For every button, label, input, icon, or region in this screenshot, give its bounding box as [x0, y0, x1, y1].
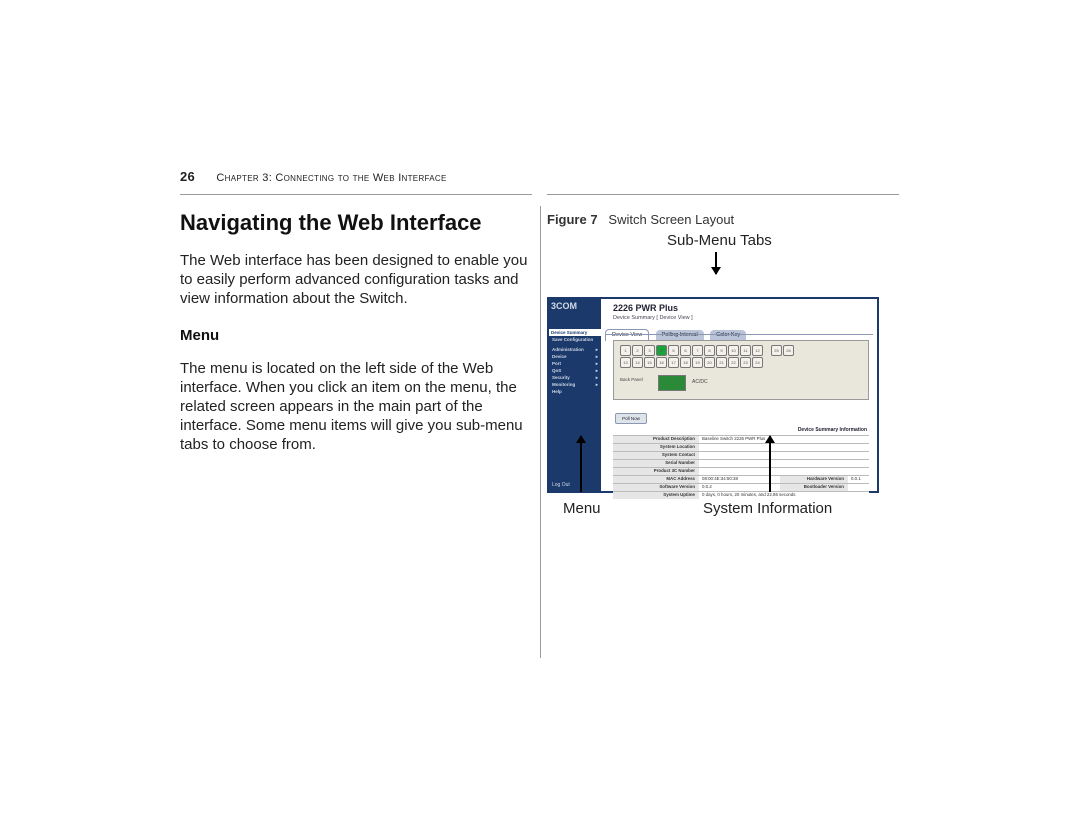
callout-menu: Menu — [563, 500, 601, 517]
acdc-label: AC/DC — [692, 379, 708, 385]
callout-system-info: System Information — [703, 500, 832, 517]
sidebar-item[interactable]: Device Summary — [549, 329, 601, 336]
port-icon[interactable]: 1 — [620, 345, 631, 356]
port-icon[interactable]: 15 — [644, 357, 655, 368]
table-row: Product DescriptionBaseline Switch 2226 … — [613, 435, 869, 443]
port-icon[interactable]: 3 — [644, 345, 655, 356]
screenshot-sidebar: 3COM Device Summary Save Configuration A… — [549, 299, 601, 491]
sub-menu-tabs: Device View Polling Interval Color Key — [605, 323, 873, 334]
port-icon[interactable]: 23 — [740, 357, 751, 368]
port-icon[interactable]: 4 — [656, 345, 667, 356]
sidebar-item[interactable]: Administration▸ — [552, 346, 598, 353]
arrow-menu — [580, 436, 582, 492]
port-icon[interactable]: 6 — [680, 345, 691, 356]
menu-heading: Menu — [180, 327, 532, 344]
figure-title: Switch Screen Layout — [608, 212, 734, 227]
arrow-system-info — [769, 436, 771, 492]
table-row: System Location — [613, 443, 869, 451]
switch-screenshot: 3COM Device Summary Save Configuration A… — [547, 297, 879, 493]
port-icon[interactable]: 7 — [692, 345, 703, 356]
port-icon[interactable]: 13 — [620, 357, 631, 368]
section-heading: Navigating the Web Interface — [180, 210, 532, 236]
table-row: Serial Number — [613, 459, 869, 467]
port-icon[interactable]: 8 — [704, 345, 715, 356]
running-head: 26 Chapter 3: Connecting to the Web Inte… — [180, 172, 447, 184]
back-panel-label: Back Panel — [620, 377, 643, 382]
sidebar-item[interactable]: Security▸ — [552, 374, 598, 381]
ports-row-2: 131415161718192021222324 — [620, 357, 763, 368]
table-row: Software Version0.0.2Bootloader Version — [613, 483, 869, 491]
table-row: MAC Address08:00:4E:34:50:38Hardware Ver… — [613, 475, 869, 483]
arrow-sub-menu-tabs — [715, 252, 717, 274]
logout-link[interactable]: Log Out — [552, 482, 570, 488]
sidebar-item[interactable]: Help — [552, 388, 598, 395]
port-icon[interactable]: 22 — [728, 357, 739, 368]
page-number: 26 — [180, 169, 195, 184]
sidebar-item[interactable]: Monitoring▸ — [552, 381, 598, 388]
sidebar-item[interactable]: Port▸ — [552, 360, 598, 367]
port-icon[interactable]: 21 — [716, 357, 727, 368]
port-icon[interactable]: 11 — [740, 345, 751, 356]
figure-caption: Figure 7 Switch Screen Layout — [547, 212, 899, 227]
port-icon[interactable]: 5 — [668, 345, 679, 356]
port-icon[interactable]: 14 — [632, 357, 643, 368]
figure-label: Figure 7 — [547, 212, 598, 227]
chapter-title: Chapter 3: Connecting to the Web Interfa… — [216, 172, 446, 184]
port-icon[interactable]: 9 — [716, 345, 727, 356]
device-summary-table: Product DescriptionBaseline Switch 2226 … — [613, 435, 869, 483]
device-model: 2226 PWR Plus — [613, 303, 678, 313]
breadcrumb: Device Summary [ Device View ] — [613, 315, 693, 321]
left-column: Navigating the Web Interface The Web int… — [180, 206, 532, 470]
menu-paragraph: The menu is located on the left side of … — [180, 359, 532, 455]
callout-sub-menu-tabs: Sub-Menu Tabs — [667, 232, 772, 249]
port-icon[interactable]: 18 — [680, 357, 691, 368]
ports-row-1: 123456789101112 2526 — [620, 345, 794, 356]
port-icon[interactable]: 12 — [752, 345, 763, 356]
tab-underline — [605, 334, 873, 335]
port-icon[interactable]: 2 — [632, 345, 643, 356]
table-row: System Uptime0 days, 0 hours, 20 minutes… — [613, 491, 869, 499]
port-icon[interactable]: 17 — [668, 357, 679, 368]
port-icon[interactable]: 25 — [771, 345, 782, 356]
device-panel: 123456789101112 2526 1314151617181920212… — [613, 340, 869, 400]
brand-logo: 3COM — [551, 301, 577, 311]
sidebar-item[interactable]: Device▸ — [552, 353, 598, 360]
port-icon[interactable]: 10 — [728, 345, 739, 356]
table-title: Device Summary Information — [798, 427, 867, 433]
table-row: Product 3C Number — [613, 467, 869, 475]
sidebar-item[interactable]: Save Configuration — [552, 336, 598, 343]
table-row: System Contact — [613, 451, 869, 459]
psu-icon — [658, 375, 686, 391]
port-icon[interactable]: 24 — [752, 357, 763, 368]
sidebar-item[interactable]: QoS▸ — [552, 367, 598, 374]
port-icon[interactable]: 20 — [704, 357, 715, 368]
intro-paragraph: The Web interface has been designed to e… — [180, 251, 532, 309]
rule-left — [180, 194, 532, 195]
right-column: Figure 7 Switch Screen Layout Sub-Menu T… — [547, 206, 899, 445]
poll-now-button[interactable]: Poll Now — [615, 413, 647, 424]
port-icon[interactable]: 16 — [656, 357, 667, 368]
port-icon[interactable]: 26 — [783, 345, 794, 356]
column-divider — [540, 206, 541, 658]
port-icon[interactable]: 19 — [692, 357, 703, 368]
rule-right — [547, 194, 899, 195]
